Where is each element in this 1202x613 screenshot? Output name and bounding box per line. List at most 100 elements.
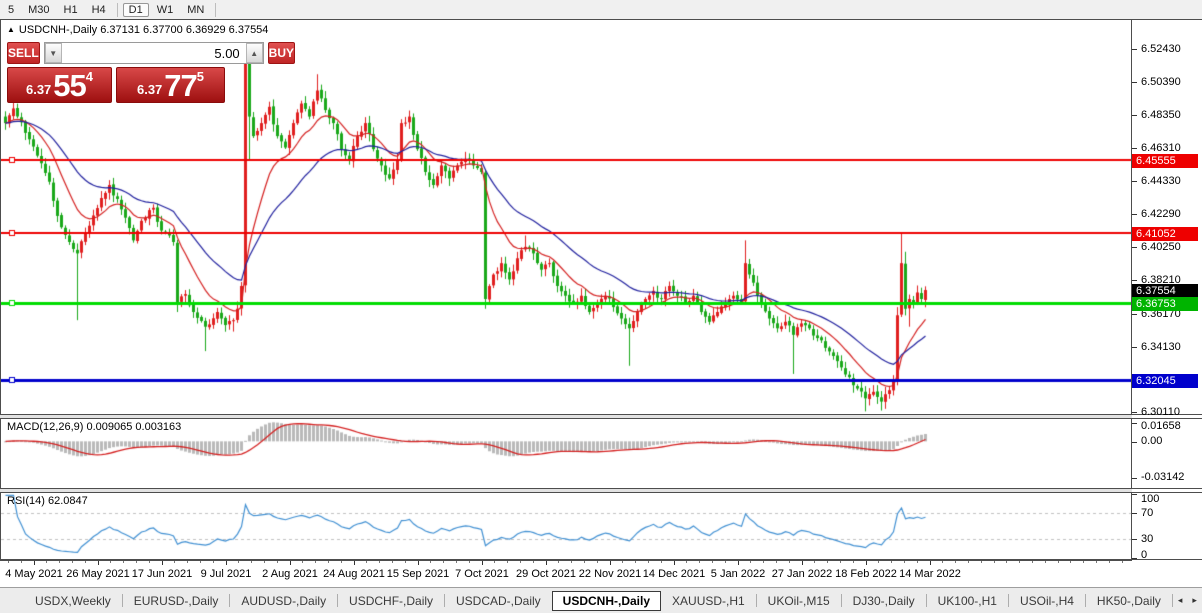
rsi-axis-label: 30 <box>1141 533 1154 545</box>
date-label: 24 Aug 2021 <box>323 568 385 580</box>
date-minor-tick <box>878 561 880 563</box>
price-level-label: 6.32045 <box>1132 374 1198 388</box>
date-minor-tick <box>507 561 509 563</box>
volume-decrease-button[interactable]: ▼ <box>44 43 62 63</box>
chart-tab-hk50-daily[interactable]: HK50-,Daily <box>1086 591 1172 611</box>
macd-axis: 0.01658 0.00 -0.03142 <box>1132 418 1202 489</box>
date-major-tick <box>98 561 99 565</box>
sell-price-small: 6.37 <box>25 82 52 97</box>
rsi-canvas[interactable] <box>1 493 1131 559</box>
date-minor-tick <box>1070 561 1072 563</box>
price-axis-tick <box>1132 347 1137 348</box>
date-label: 29 Oct 2021 <box>516 568 576 580</box>
date-minor-tick <box>980 561 982 563</box>
date-minor-tick <box>686 561 688 563</box>
macd-axis-tick <box>1132 442 1137 443</box>
date-label: 14 Dec 2021 <box>642 568 706 580</box>
date-minor-tick <box>776 561 777 563</box>
date-major-tick <box>290 561 291 565</box>
timeframe-button-h1[interactable]: H1 <box>58 3 84 17</box>
macd-label: MACD(12,26,9) 0.009065 0.003163 <box>7 421 182 433</box>
date-minor-tick <box>187 561 189 563</box>
timeframe-button-m30[interactable]: M30 <box>22 3 55 17</box>
date-major-tick <box>162 561 163 565</box>
date-minor-tick <box>1032 561 1033 563</box>
date-minor-tick <box>558 561 560 563</box>
rsi-axis-tick <box>1132 539 1137 540</box>
date-label: 22 Nov 2021 <box>578 568 642 580</box>
date-minor-tick <box>148 561 150 563</box>
date-minor-tick <box>916 561 918 563</box>
sell-price-sup: 4 <box>85 69 94 84</box>
chart-tab-dj30-daily[interactable]: DJ30-,Daily <box>842 591 926 611</box>
price-axis-tick <box>1132 181 1137 182</box>
timeframe-button-h4[interactable]: H4 <box>86 3 112 17</box>
macd-axis-label: 0.00 <box>1141 435 1163 447</box>
chart-tab-usdcnh-daily[interactable]: USDCNH-,Daily <box>551 590 662 611</box>
date-minor-tick <box>494 561 496 563</box>
date-label: 18 Feb 2022 <box>835 568 897 580</box>
rsi-axis-tick <box>1132 513 1137 514</box>
date-minor-tick <box>763 561 765 563</box>
buy-price-sup: 5 <box>196 69 205 84</box>
date-major-tick <box>866 561 867 565</box>
buy-price-box[interactable]: 6.37 77 5 <box>116 67 225 103</box>
rsi-panel[interactable] <box>0 492 1132 560</box>
rsi-axis-label: 100 <box>1141 493 1160 505</box>
chart-tab-xauusd-h1[interactable]: XAUUSD-,H1 <box>661 591 756 611</box>
collapse-triangle-icon[interactable]: ▲ <box>7 25 15 34</box>
date-minor-tick <box>392 561 393 563</box>
price-axis-label: 6.44330 <box>1141 175 1181 187</box>
sell-price-box[interactable]: 6.37 55 4 <box>7 67 112 103</box>
date-minor-tick <box>315 561 317 563</box>
date-minor-tick <box>712 561 713 563</box>
buy-price-big: 77 <box>164 68 197 103</box>
date-minor-tick <box>264 561 265 563</box>
timeframe-button-w1[interactable]: W1 <box>151 3 180 17</box>
date-major-tick <box>354 561 355 565</box>
scroll-tabs-right-button[interactable]: ▸ <box>1187 595 1202 606</box>
date-minor-tick <box>891 561 893 563</box>
date-minor-tick <box>456 561 457 563</box>
date-major-tick <box>610 561 611 565</box>
date-minor-tick <box>251 561 253 563</box>
date-minor-tick <box>302 561 304 563</box>
price-axis-tick <box>1132 82 1137 83</box>
chart-tab-usoil-h4[interactable]: USOil-,H4 <box>1009 591 1085 611</box>
volume-input[interactable] <box>61 43 246 63</box>
chart-tab-usdcad-daily[interactable]: USDCAD-,Daily <box>445 591 552 611</box>
buy-button[interactable]: BUY <box>267 42 296 64</box>
price-level-label: 6.37554 <box>1132 284 1198 298</box>
date-minor-tick <box>212 561 214 563</box>
date-minor-tick <box>827 561 829 563</box>
timeframe-button-d1[interactable]: D1 <box>122 2 149 17</box>
price-axis-label: 6.30110 <box>1141 406 1180 418</box>
quote-ohlc-text: USDCNH-,Daily 6.37131 6.37700 6.36929 6.… <box>18 24 269 36</box>
date-minor-tick <box>238 561 240 563</box>
date-label: 15 Sep 2021 <box>386 568 450 580</box>
date-minor-tick <box>942 561 944 563</box>
date-major-tick <box>226 561 227 565</box>
chart-tab-uk100-h1[interactable]: UK100-,H1 <box>927 591 1008 611</box>
chart-tab-eurusd-daily[interactable]: EURUSD-,Daily <box>123 591 230 611</box>
timeframe-button-5[interactable]: 5 <box>2 3 20 17</box>
chart-tab-ukoil-m15[interactable]: UKOil-,M15 <box>757 591 841 611</box>
date-minor-tick <box>46 561 48 563</box>
chart-tab-usdx-weekly[interactable]: USDX,Weekly <box>24 591 122 611</box>
date-minor-tick <box>20 561 22 563</box>
volume-increase-button[interactable]: ▲ <box>245 43 263 63</box>
date-minor-tick <box>532 561 534 563</box>
scroll-tabs-left-button[interactable]: ◂ <box>1173 595 1188 606</box>
chart-tab-usdchf-daily[interactable]: USDCHF-,Daily <box>338 591 444 611</box>
date-major-tick <box>930 561 931 565</box>
date-minor-tick <box>788 561 790 563</box>
date-label: 5 Jan 2022 <box>710 568 766 580</box>
sell-button[interactable]: SELL <box>7 42 40 64</box>
timeframe-button-mn[interactable]: MN <box>181 3 210 17</box>
date-minor-tick <box>699 561 701 563</box>
price-axis-tick <box>1132 280 1137 281</box>
date-minor-tick <box>84 561 86 563</box>
date-major-tick <box>34 561 35 565</box>
date-label: 27 Jan 2022 <box>771 568 833 580</box>
chart-tab-audusd-daily[interactable]: AUDUSD-,Daily <box>230 591 337 611</box>
